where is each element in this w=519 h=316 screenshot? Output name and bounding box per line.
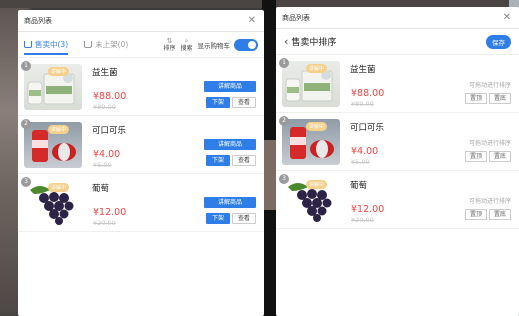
move-top-button[interactable]: 置顶 <box>465 151 487 162</box>
panel-title: 商品列表 ✕ <box>276 7 519 29</box>
product-name: 益生菌 <box>92 68 118 78</box>
toolbar: ⇅ 排序 ⌕ 搜索 显示购物车 <box>163 36 258 52</box>
panel-title-text: 商品列表 <box>24 17 52 25</box>
original-price: ¥20.00 <box>93 219 116 227</box>
drag-hint: 可拖动进行排序 <box>468 140 511 147</box>
search-label: 搜索 <box>180 44 193 52</box>
list-item: 3 讲解中 葡萄 ¥12.00 ¥20.00 讲解商品 下架 查看 <box>18 174 264 232</box>
explaining-badge: 讲解中 <box>48 125 70 134</box>
original-price: ¥5.00 <box>93 161 112 169</box>
rank-badge: 1 <box>21 61 31 71</box>
list-item[interactable]: 2 讲解中 可口可乐 ¥4.00 ¥5.00 可拖动进行排序 置顶 置底 <box>276 113 519 171</box>
tab-bar: 售卖中(3) 未上架(0) ⇅ 排序 ⌕ 搜索 显示购物车 <box>18 32 264 58</box>
tab-label: 未上架(0) <box>95 40 129 49</box>
sort-button[interactable]: ⇅ 排序 <box>163 36 176 52</box>
search-icon: ⌕ <box>184 36 189 45</box>
sort-header: ‹ 售卖中排序 保存 <box>276 29 519 55</box>
rank-badge: 2 <box>279 116 289 126</box>
explain-product-button[interactable]: 讲解商品 <box>204 197 256 208</box>
sort-panel: 商品列表 ✕ ‹ 售卖中排序 保存 1 讲解中 益生菌 ¥88.00 ¥89.0… <box>276 7 519 316</box>
tab-label: 售卖中(3) <box>35 40 69 49</box>
explaining-badge: 讲解中 <box>306 180 328 189</box>
explaining-badge: 讲解中 <box>48 67 70 76</box>
search-button[interactable]: ⌕ 搜索 <box>180 36 193 52</box>
product-name: 葡萄 <box>92 184 110 194</box>
view-button[interactable]: 查看 <box>232 97 256 108</box>
explain-product-button[interactable]: 讲解商品 <box>204 81 256 92</box>
move-top-button[interactable]: 置顶 <box>465 93 487 104</box>
drag-hint: 可拖动进行排序 <box>468 198 511 205</box>
product-name: 葡萄 <box>350 181 368 191</box>
chevron-left-icon[interactable]: ‹ <box>284 35 288 48</box>
explaining-badge: 讲解中 <box>306 122 328 131</box>
explaining-badge: 讲解中 <box>306 64 328 73</box>
rank-badge: 2 <box>21 119 31 129</box>
product-price: ¥12.00 <box>351 204 385 215</box>
panel-title-text: 商品列表 <box>282 14 310 22</box>
list-item[interactable]: 1 讲解中 益生菌 ¥88.00 ¥89.00 可拖动进行排序 置顶 置底 <box>276 55 519 113</box>
product-price: ¥4.00 <box>351 146 379 157</box>
show-cart-label: 显示购物车 <box>197 41 231 50</box>
close-icon[interactable]: ✕ <box>248 10 256 32</box>
product-price: ¥88.00 <box>93 91 127 102</box>
view-button[interactable]: 查看 <box>232 213 256 224</box>
save-button[interactable]: 保存 <box>486 34 511 49</box>
move-bottom-button[interactable]: 置底 <box>489 93 511 104</box>
off-shelf-button[interactable]: 下架 <box>206 155 230 166</box>
tab-on-sale[interactable]: 售卖中(3) <box>24 32 69 58</box>
product-name: 可口可乐 <box>92 126 127 136</box>
tab-not-listed[interactable]: 未上架(0) <box>84 32 128 58</box>
rank-badge: 3 <box>21 177 31 187</box>
off-shelf-button[interactable]: 下架 <box>206 97 230 108</box>
cart-icon <box>84 41 93 48</box>
panel-title: 商品列表 ✕ <box>18 10 264 32</box>
product-price: ¥88.00 <box>351 88 385 99</box>
original-price: ¥89.00 <box>351 100 374 108</box>
product-price: ¥12.00 <box>93 207 127 218</box>
explaining-badge: 讲解中 <box>48 183 70 192</box>
rank-badge: 3 <box>279 174 289 184</box>
show-cart-toggle[interactable] <box>234 38 258 51</box>
move-bottom-button[interactable]: 置底 <box>489 209 511 220</box>
product-list-panel: 商品列表 ✕ 售卖中(3) 未上架(0) ⇅ 排序 ⌕ 搜索 显示购物车 1 讲… <box>18 10 264 316</box>
explain-product-button[interactable]: 讲解商品 <box>204 139 256 150</box>
original-price: ¥20.00 <box>351 216 374 224</box>
view-button[interactable]: 查看 <box>232 155 256 166</box>
list-item: 2 讲解中 可口可乐 ¥4.00 ¥5.00 讲解商品 下架 查看 <box>18 116 264 174</box>
product-price: ¥4.00 <box>93 149 121 160</box>
rank-badge: 1 <box>279 58 289 68</box>
original-price: ¥89.00 <box>93 103 116 111</box>
product-name: 益生菌 <box>350 65 376 75</box>
product-name: 可口可乐 <box>350 123 385 133</box>
drag-hint: 可拖动进行排序 <box>468 82 511 89</box>
sort-label: 排序 <box>163 44 176 52</box>
sort-icon: ⇅ <box>166 36 173 45</box>
list-item[interactable]: 3 讲解中 葡萄 ¥12.00 ¥20.00 可拖动进行排序 置顶 置底 <box>276 171 519 229</box>
move-top-button[interactable]: 置顶 <box>465 209 487 220</box>
sort-title: 售卖中排序 <box>291 38 337 48</box>
off-shelf-button[interactable]: 下架 <box>206 213 230 224</box>
move-bottom-button[interactable]: 置底 <box>489 151 511 162</box>
list-item: 1 讲解中 益生菌 ¥88.00 ¥89.00 讲解商品 下架 查看 <box>18 58 264 116</box>
close-icon[interactable]: ✕ <box>503 7 511 29</box>
cart-icon <box>24 41 32 48</box>
original-price: ¥5.00 <box>351 158 370 166</box>
